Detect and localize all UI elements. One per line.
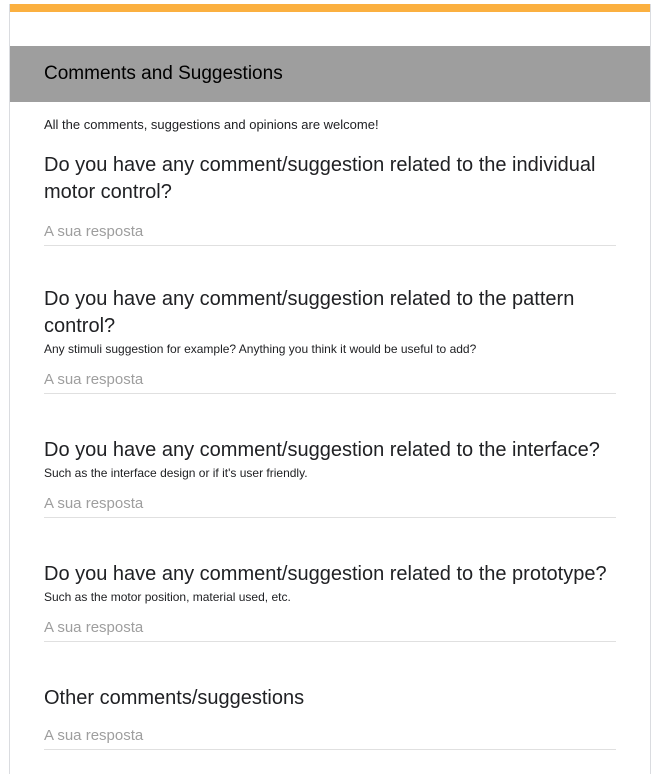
question-help-text: Any stimuli suggestion for example? Anyt… — [44, 342, 477, 356]
question-help-text: Such as the motor position, material use… — [44, 590, 291, 604]
section-title: Comments and Suggestions — [44, 63, 283, 84]
section-description: All the comments, suggestions and opinio… — [44, 117, 379, 132]
question-pattern-control: Do you have any comment/suggestion relat… — [44, 286, 616, 394]
answer-input-other-comments[interactable] — [44, 726, 616, 750]
question-title: Other comments/suggestions — [44, 687, 305, 709]
question-interface: Do you have any comment/suggestion relat… — [44, 437, 616, 518]
answer-input-pattern-control[interactable] — [44, 370, 616, 394]
form-card: Comments and Suggestions All the comment… — [9, 4, 651, 774]
question-title: Do you have any comment/suggestion relat… — [44, 563, 607, 585]
question-title: Do you have any comment/suggestion relat… — [44, 439, 600, 461]
question-other-comments: Other comments/suggestions — [44, 685, 616, 750]
answer-input-prototype[interactable] — [44, 618, 616, 642]
question-title: Do you have any comment/suggestion relat… — [44, 154, 596, 203]
question-individual-motor-control: Do you have any comment/suggestion relat… — [44, 152, 616, 246]
question-help-text: Such as the interface design or if it's … — [44, 466, 308, 480]
answer-input-individual-motor-control[interactable] — [44, 222, 616, 246]
question-title: Do you have any comment/suggestion relat… — [44, 288, 575, 337]
answer-input-interface[interactable] — [44, 494, 616, 518]
accent-bar — [10, 4, 650, 12]
question-prototype: Do you have any comment/suggestion relat… — [44, 561, 616, 642]
section-header: Comments and Suggestions — [10, 46, 650, 102]
